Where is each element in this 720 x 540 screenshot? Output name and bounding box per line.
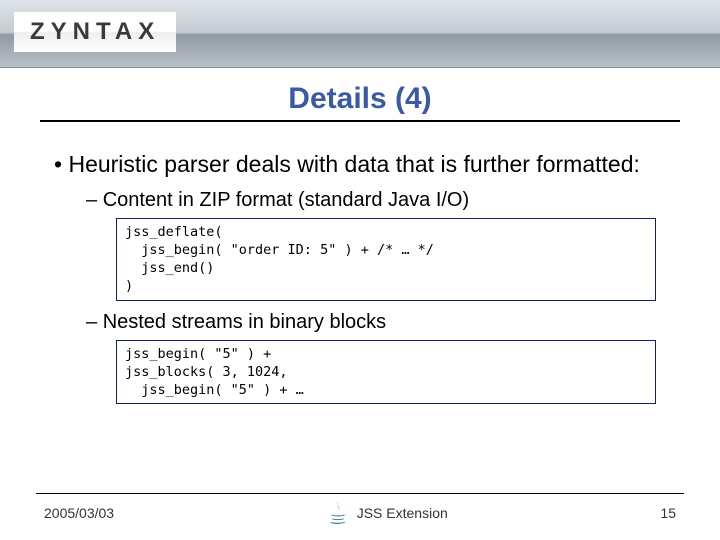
- code-block-2: jss_begin( "5" ) + jss_blocks( 3, 1024, …: [116, 340, 656, 405]
- bullet-sub-1: Content in ZIP format (standard Java I/O…: [44, 189, 676, 212]
- logo: ZYNTAX: [14, 12, 176, 52]
- header-bar: ZYNTAX: [0, 0, 720, 68]
- footer-date: 2005/03/03: [44, 505, 114, 521]
- footer-center-group: JSS Extension: [327, 500, 448, 526]
- footer-center-text: JSS Extension: [357, 505, 448, 521]
- footer-rule: [36, 493, 684, 494]
- footer-page-number: 15: [660, 505, 676, 521]
- bullet-main: Heuristic parser deals with data that is…: [44, 150, 676, 179]
- footer: 2005/03/03 JSS Extension 15: [0, 500, 720, 526]
- slide-title: Details (4): [0, 82, 720, 120]
- bullet-sub-2: Nested streams in binary blocks: [44, 311, 676, 334]
- content-area: Heuristic parser deals with data that is…: [0, 122, 720, 404]
- code-block-1: jss_deflate( jss_begin( "order ID: 5" ) …: [116, 218, 656, 301]
- java-icon: [327, 500, 349, 526]
